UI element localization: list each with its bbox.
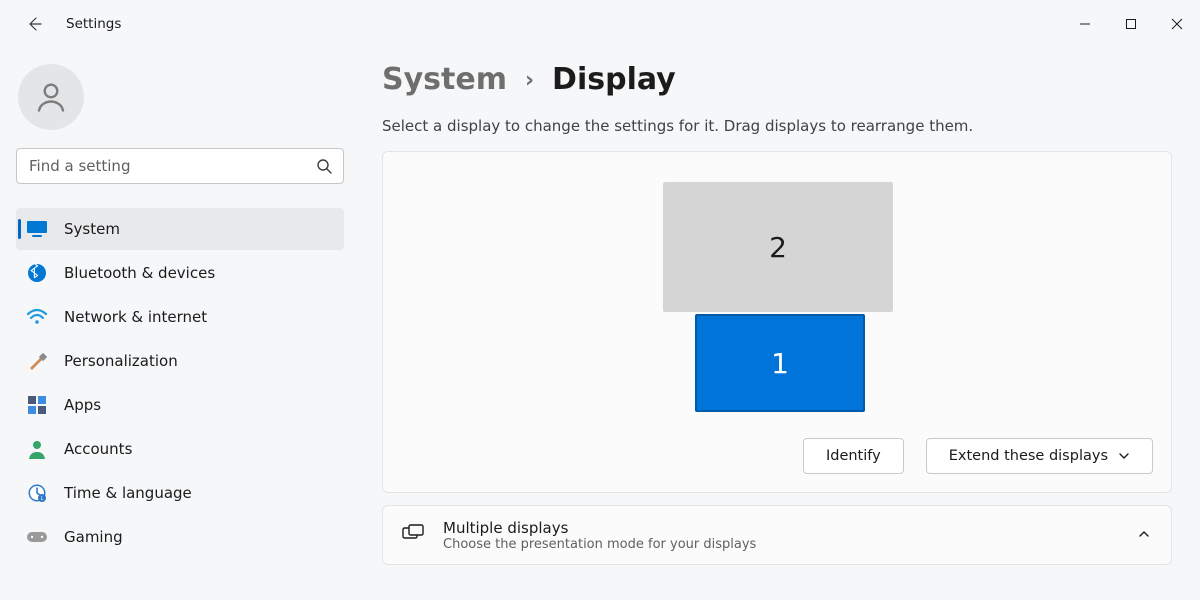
sidebar-item-gaming[interactable]: Gaming xyxy=(16,516,344,558)
instruction-text: Select a display to change the settings … xyxy=(382,117,1172,135)
window-maximize-button[interactable] xyxy=(1108,0,1154,48)
sidebar-item-label: Personalization xyxy=(64,352,178,370)
search-icon xyxy=(316,158,332,174)
display-tile-1[interactable]: 1 xyxy=(695,314,865,412)
gamepad-icon xyxy=(26,526,48,548)
sidebar-item-network[interactable]: Network & internet xyxy=(16,296,344,338)
close-icon xyxy=(1171,18,1183,30)
button-label: Identify xyxy=(826,448,881,464)
window-title: Settings xyxy=(66,16,121,32)
window-minimize-button[interactable] xyxy=(1062,0,1108,48)
displays-icon xyxy=(401,523,425,547)
search-box xyxy=(16,148,344,184)
sidebar-item-accounts[interactable]: Accounts xyxy=(16,428,344,470)
sidebar-item-label: Bluetooth & devices xyxy=(64,264,215,282)
avatar[interactable] xyxy=(18,64,84,130)
sidebar-item-label: Network & internet xyxy=(64,308,207,326)
sidebar-item-label: Apps xyxy=(64,396,101,414)
search-input[interactable] xyxy=(16,148,344,184)
brush-icon xyxy=(26,350,48,372)
sidebar-item-system[interactable]: System xyxy=(16,208,344,250)
main-panel: System › Display Select a display to cha… xyxy=(360,48,1200,600)
sidebar-item-apps[interactable]: Apps xyxy=(16,384,344,426)
row-subtitle: Choose the presentation mode for your di… xyxy=(443,537,756,552)
bluetooth-icon xyxy=(26,262,48,284)
chevron-down-icon xyxy=(1118,450,1130,462)
title-bar: Settings xyxy=(0,0,1200,48)
multiple-displays-row[interactable]: Multiple displays Choose the presentatio… xyxy=(382,505,1172,565)
person-icon xyxy=(33,79,69,115)
breadcrumb-parent[interactable]: System xyxy=(382,62,507,97)
monitor-icon xyxy=(26,218,48,240)
sidebar-item-time-language[interactable]: L Time & language xyxy=(16,472,344,514)
breadcrumb-current: Display xyxy=(552,62,676,97)
window-close-button[interactable] xyxy=(1154,0,1200,48)
svg-text:L: L xyxy=(41,496,44,502)
sidebar-item-label: System xyxy=(64,220,120,238)
nav-list: System Bluetooth & devices Network & int… xyxy=(16,208,344,558)
sidebar-item-bluetooth[interactable]: Bluetooth & devices xyxy=(16,252,344,294)
back-button[interactable] xyxy=(18,8,50,40)
arrow-left-icon xyxy=(26,16,42,32)
clock-icon: L xyxy=(26,482,48,504)
display-tile-2[interactable]: 2 xyxy=(663,182,893,312)
arrange-displays-card: 2 1 Identify Extend these displays xyxy=(382,151,1172,493)
account-icon xyxy=(26,438,48,460)
sidebar-item-label: Accounts xyxy=(64,440,132,458)
identify-button[interactable]: Identify xyxy=(803,438,904,474)
display-arrangement-area[interactable]: 2 1 xyxy=(383,152,1171,424)
maximize-icon xyxy=(1125,18,1137,30)
chevron-up-icon xyxy=(1137,526,1151,545)
wifi-icon xyxy=(26,306,48,328)
sidebar-item-personalization[interactable]: Personalization xyxy=(16,340,344,382)
sidebar: System Bluetooth & devices Network & int… xyxy=(0,48,360,600)
row-title: Multiple displays xyxy=(443,519,756,537)
minimize-icon xyxy=(1079,18,1091,30)
chevron-right-icon: › xyxy=(525,68,534,93)
display-mode-dropdown[interactable]: Extend these displays xyxy=(926,438,1153,474)
display-tile-label: 2 xyxy=(769,231,787,264)
window-controls xyxy=(1062,0,1200,48)
arrange-actions: Identify Extend these displays xyxy=(383,424,1171,492)
breadcrumb: System › Display xyxy=(382,62,1172,97)
display-tile-label: 1 xyxy=(771,347,789,380)
sidebar-item-label: Gaming xyxy=(64,528,123,546)
dropdown-label: Extend these displays xyxy=(949,448,1108,464)
apps-icon xyxy=(26,394,48,416)
sidebar-item-label: Time & language xyxy=(64,484,192,502)
